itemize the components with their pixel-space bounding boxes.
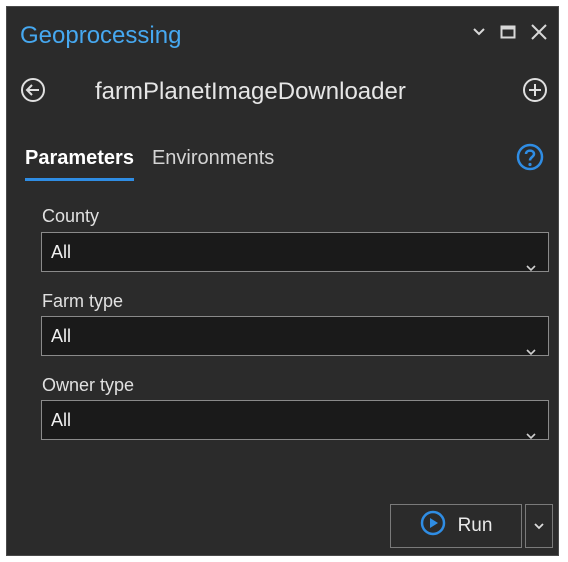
chevron-down-icon bbox=[534, 517, 544, 535]
owner-type-label: Owner type bbox=[42, 375, 135, 395]
owner-type-select[interactable]: All bbox=[41, 400, 549, 440]
chevron-down-icon bbox=[526, 415, 536, 453]
tab-bar: Parameters Environments bbox=[25, 145, 274, 181]
help-icon[interactable] bbox=[516, 143, 544, 171]
farm-type-select[interactable]: All bbox=[41, 316, 549, 356]
geoprocessing-pane: Geoprocessing farmPlanetImageDownloader … bbox=[6, 6, 559, 556]
farm-type-value: All bbox=[51, 326, 72, 346]
run-label: Run bbox=[457, 515, 493, 536]
maximize-icon[interactable] bbox=[500, 24, 516, 40]
plus-circle-icon[interactable] bbox=[522, 77, 548, 103]
chevron-down-icon bbox=[526, 247, 536, 285]
county-select[interactable]: All bbox=[41, 232, 549, 272]
county-value: All bbox=[51, 242, 72, 262]
play-icon bbox=[420, 510, 446, 542]
owner-type-value: All bbox=[51, 410, 72, 430]
farm-type-label: Farm type bbox=[42, 291, 124, 311]
run-button[interactable]: Run bbox=[390, 504, 522, 548]
chevron-down-icon[interactable] bbox=[472, 27, 486, 37]
county-label: County bbox=[42, 206, 100, 226]
tool-header: farmPlanetImageDownloader bbox=[7, 73, 558, 113]
run-button-group: Run bbox=[390, 504, 553, 548]
chevron-down-icon bbox=[526, 331, 536, 369]
tool-name: farmPlanetImageDownloader bbox=[95, 78, 406, 105]
window-controls bbox=[472, 23, 548, 41]
tab-parameters[interactable]: Parameters bbox=[25, 145, 134, 181]
pane-title: Geoprocessing bbox=[20, 22, 182, 49]
tab-environments[interactable]: Environments bbox=[152, 145, 274, 177]
close-icon[interactable] bbox=[530, 23, 548, 41]
run-menu-button[interactable] bbox=[525, 504, 553, 548]
back-arrow-icon[interactable] bbox=[20, 77, 46, 103]
